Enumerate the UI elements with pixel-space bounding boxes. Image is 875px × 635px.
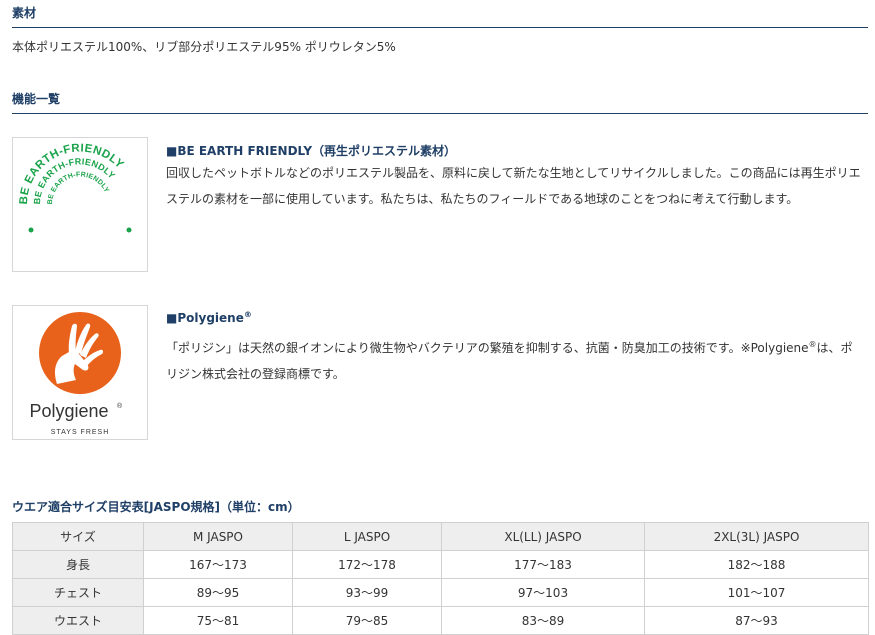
- feature-body-polygiene: 「ポリジン」は天然の銀イオンにより微生物やバクテリアの繁殖を抑制する、抗菌・防臭…: [166, 332, 861, 387]
- size-table-row-label: ウエスト: [12, 606, 144, 635]
- size-table-header-row: サイズ M JASPO L JASPO XL(LL) JASPO 2XL(3L)…: [12, 522, 869, 551]
- table-row: ウエスト 75〜81 79〜85 83〜89 87〜93: [12, 606, 869, 635]
- size-table-cell: 172〜178: [292, 550, 442, 579]
- size-table-header-cell: サイズ: [12, 522, 144, 551]
- size-table-cell: 101〜107: [644, 578, 869, 607]
- polygiene-logo-graphic: Polygiene ® STAYS FRESH: [29, 312, 123, 436]
- size-table-cell: 182〜188: [644, 550, 869, 579]
- size-table-cell: 87〜93: [644, 606, 869, 635]
- be-earth-friendly-logo: BE EARTH-FRIENDLY BE EARTH-FRIENDLY BE E…: [12, 137, 148, 272]
- functions-divider: [12, 113, 868, 114]
- size-table-caption: ウエア適合サイズ目安表[JASPO規格]（単位：cm）: [12, 500, 300, 514]
- material-text: 本体ポリエステル100%、リブ部分ポリエステル95% ポリウレタン5%: [12, 40, 396, 54]
- logo-ring-inner: BE EARTH-FRIENDLY: [47, 171, 110, 204]
- size-table-header-cell: XL(LL) JASPO: [441, 522, 645, 551]
- feature-body-polygiene-part1: 「ポリジン」は天然の銀イオンにより微生物やバクテリアの繁殖を抑制する、抗菌・防臭…: [166, 341, 809, 355]
- size-table-header-cell: M JASPO: [143, 522, 293, 551]
- logo-star-left: [28, 227, 34, 233]
- size-table-cell: 83〜89: [441, 606, 645, 635]
- be-earth-friendly-logo-graphic: BE EARTH-FRIENDLY BE EARTH-FRIENDLY BE E…: [18, 142, 132, 233]
- size-table-cell: 89〜95: [143, 578, 293, 607]
- polygiene-logo-mark: ®: [117, 402, 123, 410]
- size-table-cell: 93〜99: [292, 578, 442, 607]
- feature-body-be-earth-friendly: 回収したペットボトルなどのポリエステル製品を、原料に戻して新たな生地としてリサイ…: [166, 166, 861, 206]
- feature-title-polygiene-text: ■Polygiene: [166, 311, 244, 325]
- table-row: 身長 167〜173 172〜178 177〜183 182〜188: [12, 550, 869, 579]
- polygiene-logo: Polygiene ® STAYS FRESH: [12, 305, 148, 440]
- feature-body-polygiene-mark: ®: [808, 340, 817, 349]
- size-table-cell: 177〜183: [441, 550, 645, 579]
- feature-title-be-earth-friendly: ■BE EARTH FRIENDLY（再生ポリエステル素材）: [166, 144, 457, 158]
- polygiene-logo-name: Polygiene: [29, 401, 108, 421]
- table-row: チェスト 89〜95 93〜99 97〜103 101〜107: [12, 578, 869, 607]
- size-table-row-label: 身長: [12, 550, 144, 579]
- size-table-cell: 97〜103: [441, 578, 645, 607]
- size-table-header-cell: L JASPO: [292, 522, 442, 551]
- material-heading: 素材: [12, 6, 37, 20]
- polygiene-logo-tagline: STAYS FRESH: [51, 429, 110, 436]
- size-table-cell: 79〜85: [292, 606, 442, 635]
- svg-text:BE EARTH-FRIENDLY: BE EARTH-FRIENDLY: [47, 171, 110, 204]
- size-table-row-label: チェスト: [12, 578, 144, 607]
- material-divider: [12, 27, 868, 28]
- size-table: サイズ M JASPO L JASPO XL(LL) JASPO 2XL(3L)…: [12, 522, 869, 635]
- feature-title-polygiene-mark: ®: [243, 310, 252, 319]
- size-table-cell: 167〜173: [143, 550, 293, 579]
- logo-star-right: [126, 227, 132, 233]
- size-table-header-cell: 2XL(3L) JASPO: [644, 522, 869, 551]
- feature-title-polygiene: ■Polygiene®: [166, 310, 252, 325]
- functions-heading: 機能一覧: [12, 92, 61, 106]
- size-table-cell: 75〜81: [143, 606, 293, 635]
